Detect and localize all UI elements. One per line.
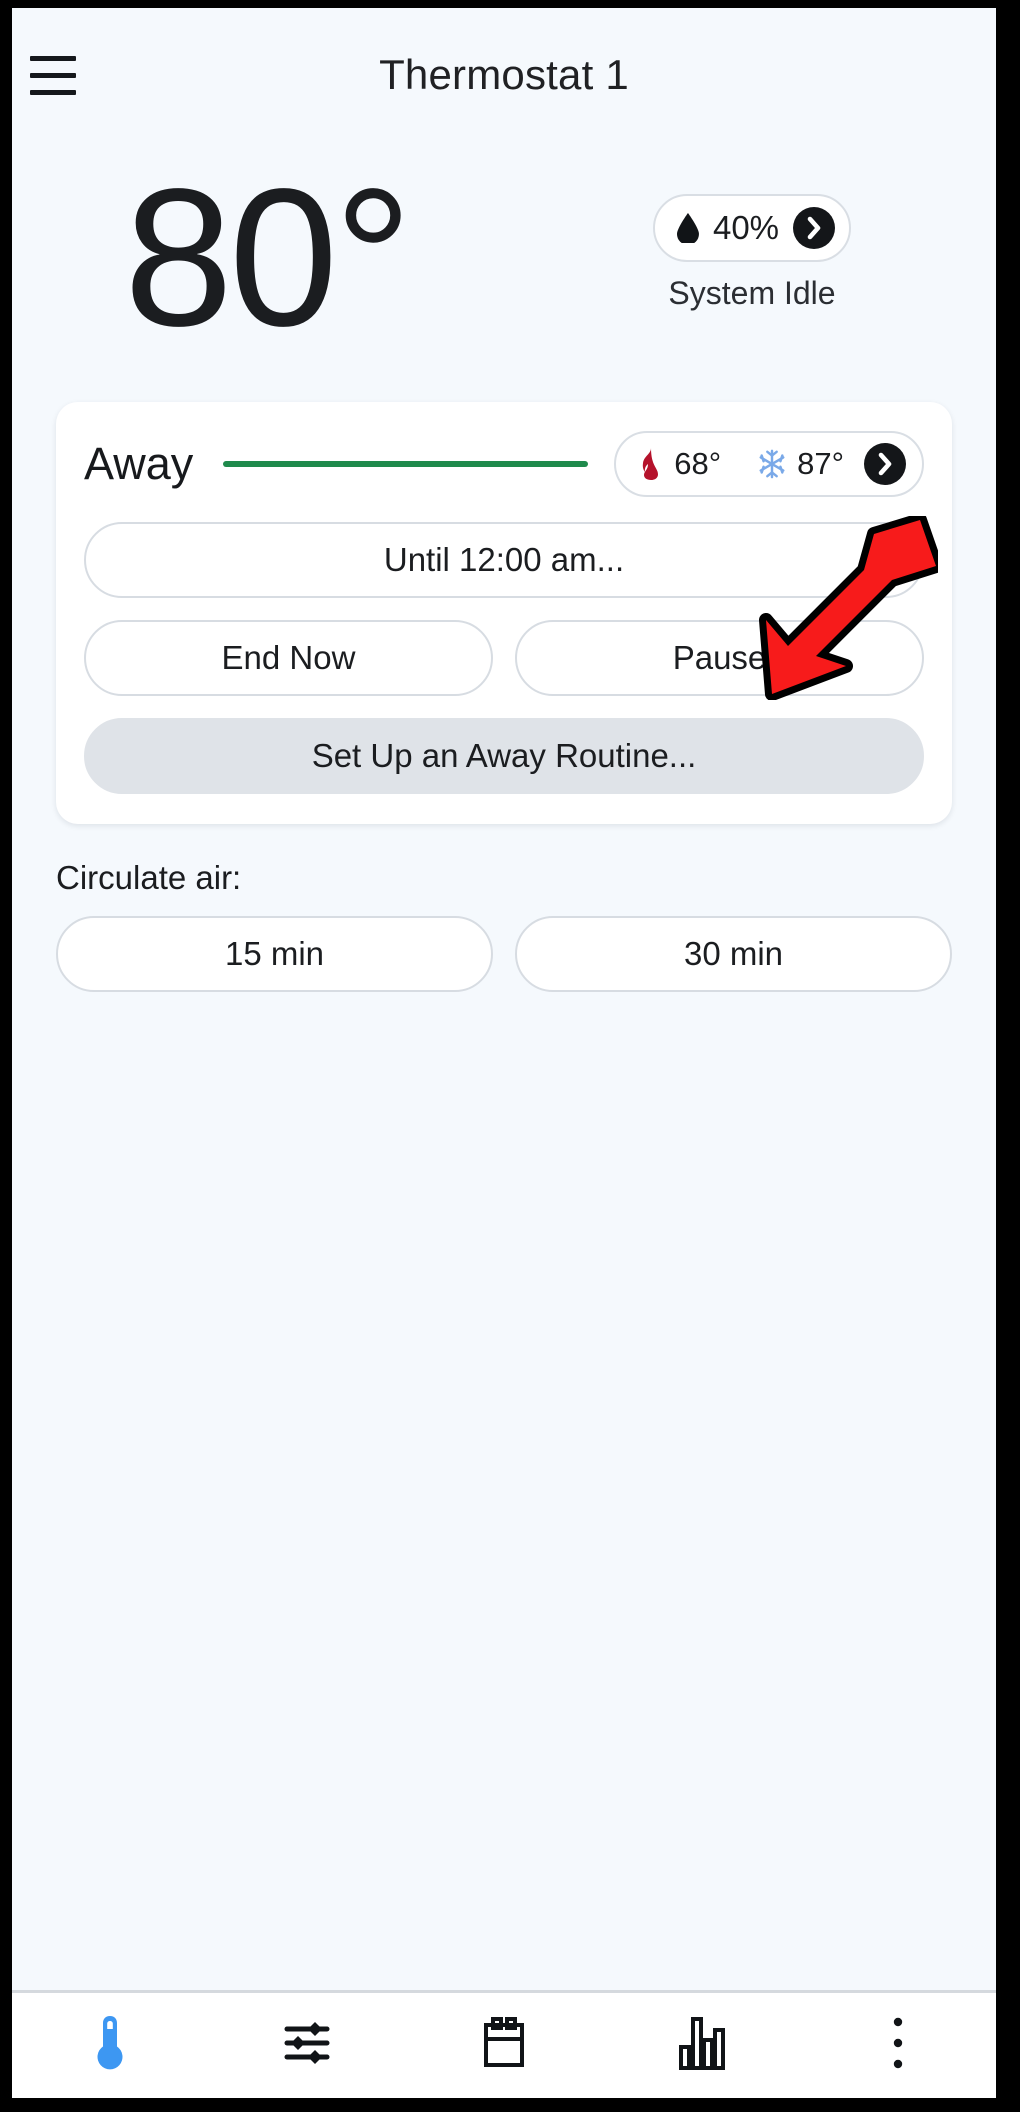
chevron-right-icon[interactable] [864,443,906,485]
water-drop-icon [677,213,699,243]
until-button[interactable]: Until 12:00 am... [84,522,924,598]
system-status-text: System Idle [668,274,835,312]
away-action-row: End Now Pause [84,620,924,696]
current-temperature: 80° [124,142,408,374]
end-now-button[interactable]: End Now [84,620,493,696]
temperature-readout-row: 80° 40% System Idle [12,140,996,372]
routine-row: Set Up an Away Routine... [84,718,924,794]
device-frame: Thermostat 1 80° 40% System Idle [0,0,1020,2112]
flame-icon [638,448,664,480]
app-header: Thermostat 1 [12,8,996,140]
away-mode-card: Away 68° [56,402,952,824]
humidity-value: 40% [713,211,779,245]
chevron-right-icon[interactable] [793,207,835,249]
away-mode-label: Away [84,428,193,500]
status-column: 40% System Idle [622,194,882,312]
app-screen: Thermostat 1 80° 40% System Idle [12,8,996,2098]
page-title: Thermostat 1 [12,46,996,104]
nav-overflow-menu-tab[interactable] [799,1993,996,2098]
nav-thermostat-tab[interactable] [12,1993,209,2098]
away-card-header: Away 68° [84,428,924,500]
circulate-air-section: Circulate air: 15 min 30 min [56,858,952,992]
until-row: Until 12:00 am... [84,522,924,598]
sliders-settings-icon [281,2017,333,2074]
set-up-away-routine-button[interactable]: Set Up an Away Routine... [84,718,924,794]
circulate-15-min-button[interactable]: 15 min [56,916,493,992]
setpoint-pill[interactable]: 68° [614,431,924,497]
bottom-navigation-bar [12,1990,996,2098]
nav-settings-tab[interactable] [209,1993,406,2098]
snowflake-icon [757,448,787,480]
circulate-options-row: 15 min 30 min [56,916,952,992]
circulate-air-label: Circulate air: [56,858,952,898]
calendar-icon [478,2015,530,2076]
pause-button[interactable]: Pause [515,620,924,696]
content-spacer [12,992,996,1990]
humidity-pill[interactable]: 40% [653,194,851,262]
heat-setpoint-value: 68° [674,448,721,480]
overflow-menu-icon [889,2015,907,2076]
thermometer-icon [89,2012,131,2079]
cool-setpoint-value: 87° [797,448,844,480]
mode-divider-line [223,461,588,467]
nav-history-tab[interactable] [602,1993,799,2098]
nav-schedule-tab[interactable] [406,1993,603,2098]
bar-chart-icon [677,2014,725,2077]
circulate-30-min-button[interactable]: 30 min [515,916,952,992]
